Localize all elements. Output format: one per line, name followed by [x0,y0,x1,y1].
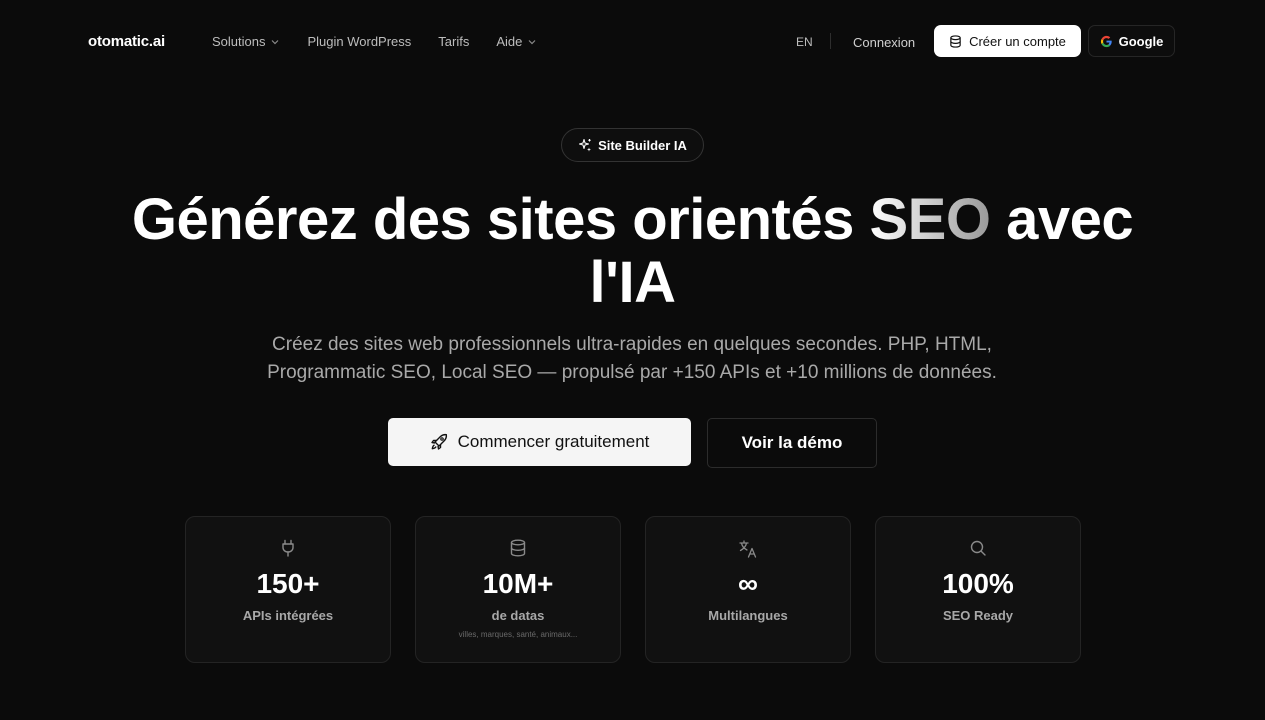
sparkles-icon [579,138,592,152]
start-free-button[interactable]: Commencer gratuitement [388,418,691,466]
stat-label: Multilangues [708,608,788,623]
search-icon [970,540,986,556]
hero-title-highlight: SEO [869,187,991,252]
hero-title-part2: avec [990,187,1134,252]
stat-card-datas: 10M+ de datas villes, marques, santé, an… [415,516,621,663]
stat-label: APIs intégrées [242,608,334,623]
login-link[interactable]: Connexion [853,35,915,50]
stat-label: de datas [491,608,545,623]
hero-subtitle-line2: Programmatic SEO, Local SEO — propulsé p… [267,362,997,383]
stat-value: ∞ [738,568,758,599]
divider [830,33,831,49]
google-signin-button[interactable]: Google [1088,25,1175,57]
nav-actions: EN Connexion Créer un compte Google [0,25,1265,57]
watch-demo-button[interactable]: Voir la démo [707,418,877,468]
stat-card-apis: 150+ APIs intégrées [185,516,391,663]
start-free-label: Commencer gratuitement [457,432,650,451]
google-icon [1100,35,1112,47]
stat-card-multilangues: ∞ Multilangues [645,516,851,663]
google-label: Google [1118,33,1164,49]
stat-card-seo: 100% SEO Ready [875,516,1081,663]
stat-label: SEO Ready [942,608,1014,623]
top-navigation: otomatic.ai Solutions Plugin WordPress T… [0,0,1265,84]
stat-value: 150+ [256,568,320,599]
badge-label: Site Builder IA [598,137,687,153]
create-account-label: Créer un compte [969,33,1066,49]
hero-subtitle-line1: Créez des sites web professionnels ultra… [272,334,992,355]
translate-icon [739,540,757,558]
stat-note: villes, marques, santé, animaux... [458,630,578,639]
rocket-icon [430,433,447,450]
create-account-button[interactable]: Créer un compte [934,25,1081,57]
stat-value: 100% [942,568,1014,599]
hero-subtitle: Créez des sites web professionnels ultra… [232,331,1032,387]
hero-title-line2: l'IA [589,250,676,315]
language-switcher[interactable]: EN [796,35,813,49]
site-builder-badge: Site Builder IA [561,128,704,162]
database-icon [510,539,526,557]
database-icon [950,34,961,48]
stat-value: 10M+ [482,568,554,599]
hero-title-part1: Générez des sites orientés [131,187,870,252]
plug-icon [282,539,294,557]
hero-title: Générez des sites orientés SEO avec l'IA [0,188,1265,314]
